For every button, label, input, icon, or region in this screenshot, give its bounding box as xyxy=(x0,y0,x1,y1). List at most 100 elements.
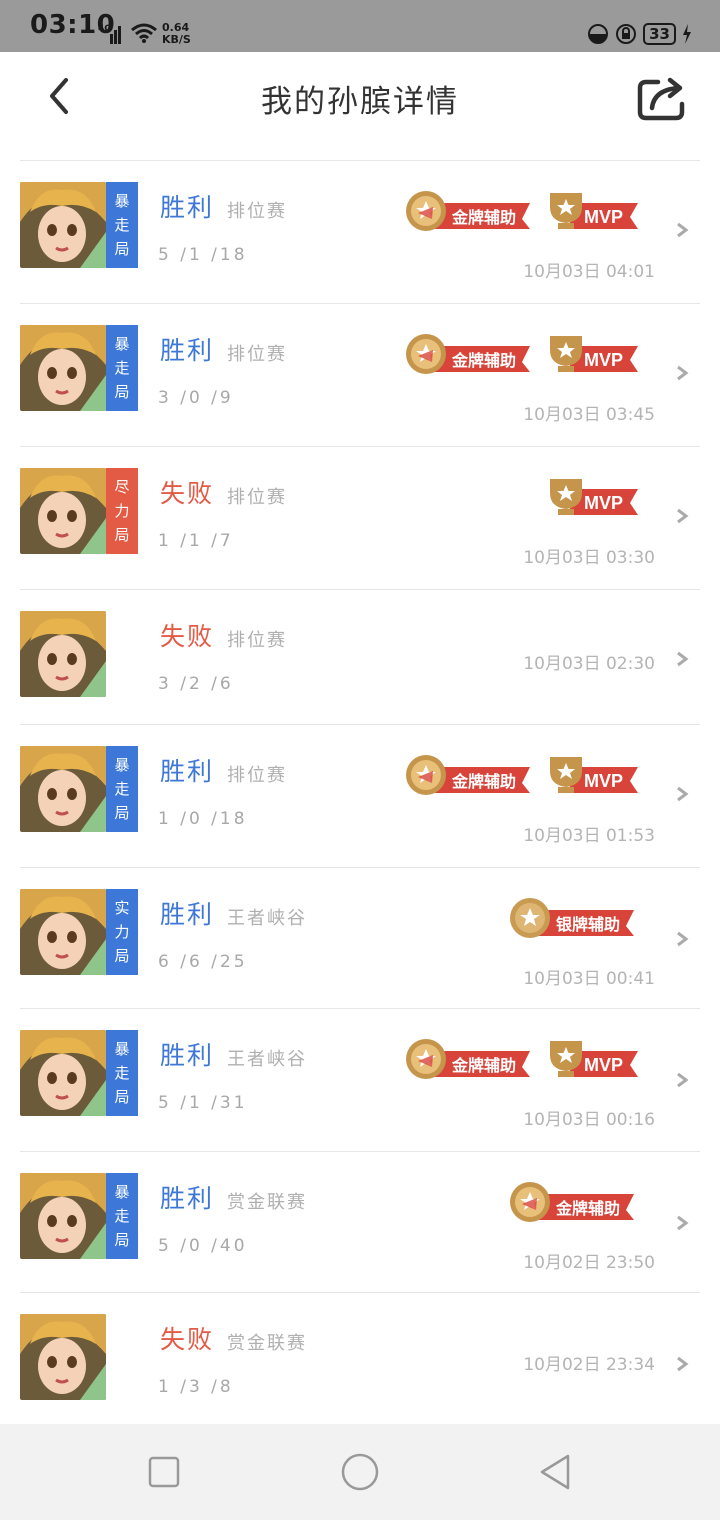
match-time: 10月03日 03:45 xyxy=(523,405,655,425)
game-mode: 排位赛 xyxy=(227,630,287,651)
chevron-right-icon xyxy=(677,931,689,947)
performance-tag-char: 走 xyxy=(114,1064,130,1082)
back-nav-button[interactable] xyxy=(536,1452,576,1492)
game-mode: 排位赛 xyxy=(227,201,287,222)
hero-avatar xyxy=(20,182,106,268)
chevron-right-icon xyxy=(677,1072,689,1088)
hero-avatar xyxy=(20,325,106,411)
mvp-badge-icon: MVP xyxy=(544,332,640,378)
svg-text:金牌辅助: 金牌辅助 xyxy=(555,1199,620,1218)
hero-avatar xyxy=(20,468,106,554)
speed-unit: KB/S xyxy=(162,33,191,46)
performance-tag-char: 局 xyxy=(114,240,130,258)
game-mode: 排位赛 xyxy=(227,487,287,508)
status-bar: 03:10 4G 0.64 KB/S 33 xyxy=(0,0,720,52)
match-row[interactable]: 暴走局胜利 王者峡谷 5 /1 /31 MVP 金牌辅助 10月03日 00:16 xyxy=(20,1008,700,1151)
match-row[interactable]: 暴走局胜利 赏金联赛 5 /0 /40 金牌辅助 10月02日 23:50 xyxy=(20,1151,700,1292)
gold-support-badge-icon: 金牌辅助 xyxy=(506,1180,640,1226)
svg-text:MVP: MVP xyxy=(584,350,623,370)
svg-text:金牌辅助: 金牌辅助 xyxy=(451,772,516,791)
match-result: 胜利 xyxy=(160,336,215,365)
chevron-right-icon xyxy=(677,1356,689,1372)
app-header: 我的孙膑详情 xyxy=(0,52,720,140)
mvp-badge-icon: MVP xyxy=(544,475,640,521)
performance-tag-char: 局 xyxy=(114,526,130,544)
data-saver-icon xyxy=(588,24,609,44)
performance-tag-char: 暴 xyxy=(114,1183,130,1201)
match-row[interactable]: 暴走局胜利 排位赛 5 /1 /18 MVP 金牌辅助 10月03日 04:01 xyxy=(20,160,700,303)
match-row[interactable]: 失败 赏金联赛 1 /3 /8 10月02日 23:34 xyxy=(20,1292,700,1435)
match-time: 10月02日 23:50 xyxy=(523,1253,655,1273)
kda-score: 6 /6 /25 xyxy=(158,952,248,972)
performance-tag-char: 暴 xyxy=(114,192,130,210)
chevron-right-icon xyxy=(677,786,689,802)
game-mode: 王者峡谷 xyxy=(227,908,307,929)
svg-text:MVP: MVP xyxy=(584,1055,623,1075)
performance-tag-char: 尽 xyxy=(114,478,130,496)
network-speed: 0.64 KB/S xyxy=(162,22,191,46)
mvp-badge-icon: MVP xyxy=(544,753,640,799)
hero-avatar xyxy=(20,746,106,832)
hero-avatar xyxy=(20,889,106,975)
silver-support-badge-icon: 银牌辅助 xyxy=(506,896,640,942)
performance-tag-char: 暴 xyxy=(114,756,130,774)
chevron-right-icon xyxy=(677,508,689,524)
match-row[interactable]: 暴走局胜利 排位赛 1 /0 /18 MVP 金牌辅助 10月03日 01:53 xyxy=(20,724,700,867)
kda-score: 5 /1 /18 xyxy=(158,245,248,265)
recents-button[interactable] xyxy=(144,1452,184,1492)
performance-tag-char: 局 xyxy=(114,947,130,965)
signal-icon xyxy=(110,26,121,44)
performance-tag: 暴走局 xyxy=(106,1173,138,1259)
performance-tag-char: 走 xyxy=(114,359,130,377)
match-row[interactable]: 尽力局失败 排位赛 1 /1 /7 MVP 10月03日 03:30 xyxy=(20,446,700,589)
match-time: 10月03日 02:30 xyxy=(523,654,655,674)
match-result: 失败 xyxy=(160,479,215,508)
game-mode: 王者峡谷 xyxy=(227,1049,307,1070)
share-icon[interactable] xyxy=(636,74,686,122)
performance-tag-char: 暴 xyxy=(114,335,130,353)
svg-text:银牌辅助: 银牌辅助 xyxy=(556,915,620,934)
performance-tag-char: 局 xyxy=(114,804,130,822)
hero-avatar xyxy=(20,611,106,697)
gold-support-badge-icon: 金牌辅助 xyxy=(402,753,536,799)
match-result: 胜利 xyxy=(160,1041,215,1070)
performance-tag: 暴走局 xyxy=(106,182,138,268)
kda-score: 1 /0 /18 xyxy=(158,809,248,829)
home-button[interactable] xyxy=(340,1452,380,1492)
match-row[interactable]: 暴走局胜利 排位赛 3 /0 /9 MVP 金牌辅助 10月03日 03:45 xyxy=(20,303,700,446)
match-row[interactable]: 实力局 胜利 王者峡谷 6 /6 /25 银牌辅助 10月03日 00:41 xyxy=(20,867,700,1008)
battery-level: 33 xyxy=(643,23,676,45)
gold-support-badge-icon: 金牌辅助 xyxy=(402,332,536,378)
performance-tag-char: 局 xyxy=(114,1088,130,1106)
match-list: 暴走局胜利 排位赛 5 /1 /18 MVP 金牌辅助 10月03日 04:01 暴走局胜利… xyxy=(20,160,700,1435)
chevron-right-icon xyxy=(677,365,689,381)
performance-tag: 尽力局 xyxy=(106,468,138,554)
charging-icon xyxy=(683,24,691,44)
match-result: 胜利 xyxy=(160,1184,215,1213)
performance-tag: 暴走局 xyxy=(106,1030,138,1116)
performance-tag-char: 实 xyxy=(114,899,130,917)
performance-tag-char: 走 xyxy=(114,780,130,798)
performance-tag-char: 力 xyxy=(114,923,130,941)
hero-avatar xyxy=(20,1314,106,1400)
svg-text:MVP: MVP xyxy=(584,207,623,227)
match-result: 胜利 xyxy=(160,193,215,222)
match-result: 胜利 xyxy=(160,900,215,929)
mvp-badge-icon: MVP xyxy=(544,1037,640,1083)
game-mode: 赏金联赛 xyxy=(227,1192,307,1213)
match-time: 10月03日 00:41 xyxy=(523,969,655,989)
kda-score: 1 /1 /7 xyxy=(158,531,234,551)
performance-tag-char: 力 xyxy=(114,502,130,520)
performance-tag-char: 局 xyxy=(114,1231,130,1249)
svg-text:MVP: MVP xyxy=(584,493,623,513)
performance-tag-char: 走 xyxy=(114,1207,130,1225)
performance-tag-char: 局 xyxy=(114,383,130,401)
match-result: 胜利 xyxy=(160,757,215,786)
kda-score: 1 /3 /8 xyxy=(158,1377,234,1397)
match-time: 10月03日 03:30 xyxy=(523,548,655,568)
svg-text:金牌辅助: 金牌辅助 xyxy=(451,351,516,370)
status-icons: 33 xyxy=(587,23,692,45)
chevron-right-icon xyxy=(677,1215,689,1231)
match-row[interactable]: 失败 排位赛 3 /2 /6 10月03日 02:30 xyxy=(20,589,700,724)
system-nav-bar xyxy=(0,1424,720,1520)
